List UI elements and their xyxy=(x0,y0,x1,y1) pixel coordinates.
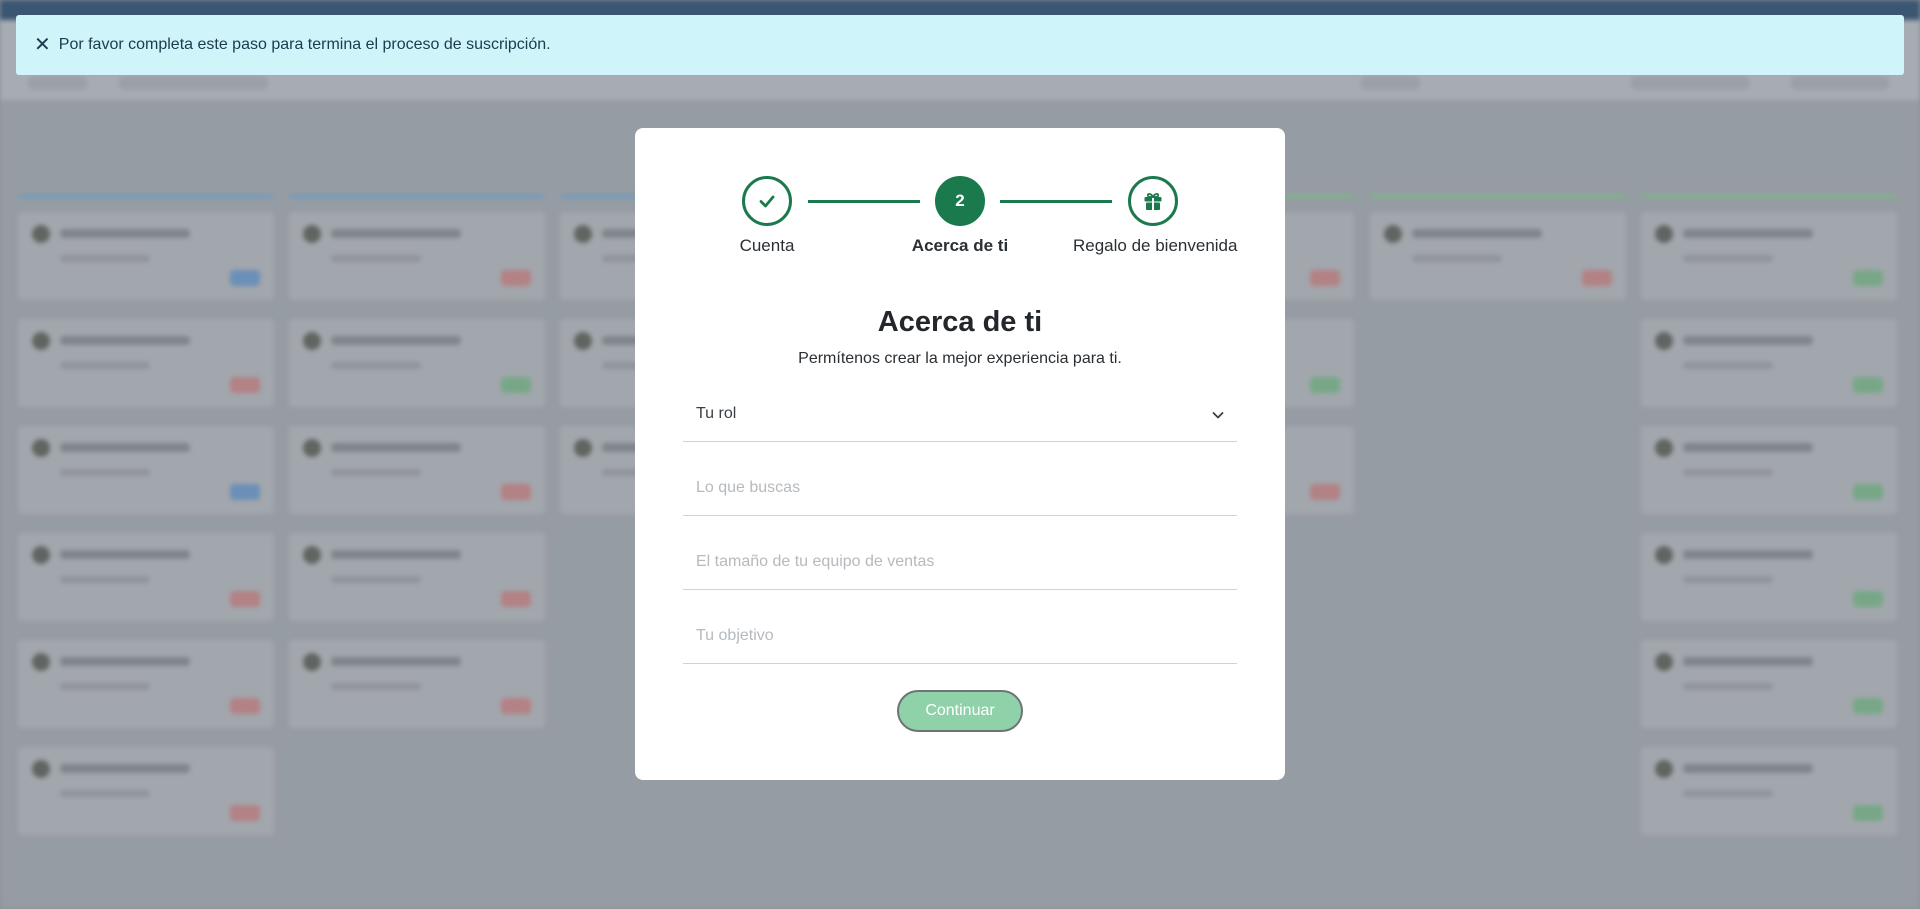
goal-input[interactable]: Tu objetivo xyxy=(683,612,1237,664)
modal-subtitle: Permítenos crear la mejor experiencia pa… xyxy=(798,350,1122,367)
team-size-placeholder: El tamaño de tu equipo de ventas xyxy=(696,553,935,570)
chevron-down-icon xyxy=(1212,412,1224,419)
subscription-alert-banner: ✕ Por favor completa este paso para term… xyxy=(16,15,1904,75)
looking-for-input[interactable]: Lo que buscas xyxy=(683,464,1237,516)
step-about-you-circle: 2 xyxy=(935,176,985,226)
gift-icon xyxy=(1144,192,1162,210)
banner-message: Por favor completa este paso para termin… xyxy=(58,36,551,53)
onboarding-modal: Cuenta 2 Acerca de ti Regalo de bienveni… xyxy=(635,128,1285,780)
step-welcome-gift-label: Regalo de bienvenida xyxy=(1073,236,1238,255)
step-account-label: Cuenta xyxy=(739,236,795,255)
check-icon xyxy=(759,195,775,208)
continue-button[interactable]: Continuar xyxy=(897,690,1023,732)
team-size-input[interactable]: El tamaño de tu equipo de ventas xyxy=(683,538,1237,590)
role-select-value: Tu rol xyxy=(696,405,737,422)
modal-title: Acerca de ti xyxy=(877,306,1043,338)
role-select[interactable]: Tu rol xyxy=(683,390,1237,442)
step-welcome-gift: Regalo de bienvenida xyxy=(1073,176,1238,256)
step-about-you: 2 Acerca de ti xyxy=(880,176,1040,256)
close-icon[interactable]: ✕ xyxy=(34,35,51,55)
looking-for-placeholder: Lo que buscas xyxy=(696,479,801,496)
step-account-circle xyxy=(742,176,792,226)
step-about-you-label: Acerca de ti xyxy=(911,236,1009,255)
step-account: Cuenta xyxy=(687,176,847,256)
goal-placeholder: Tu objetivo xyxy=(696,627,774,644)
step-welcome-gift-circle xyxy=(1128,176,1178,226)
step-number: 2 xyxy=(955,191,965,210)
